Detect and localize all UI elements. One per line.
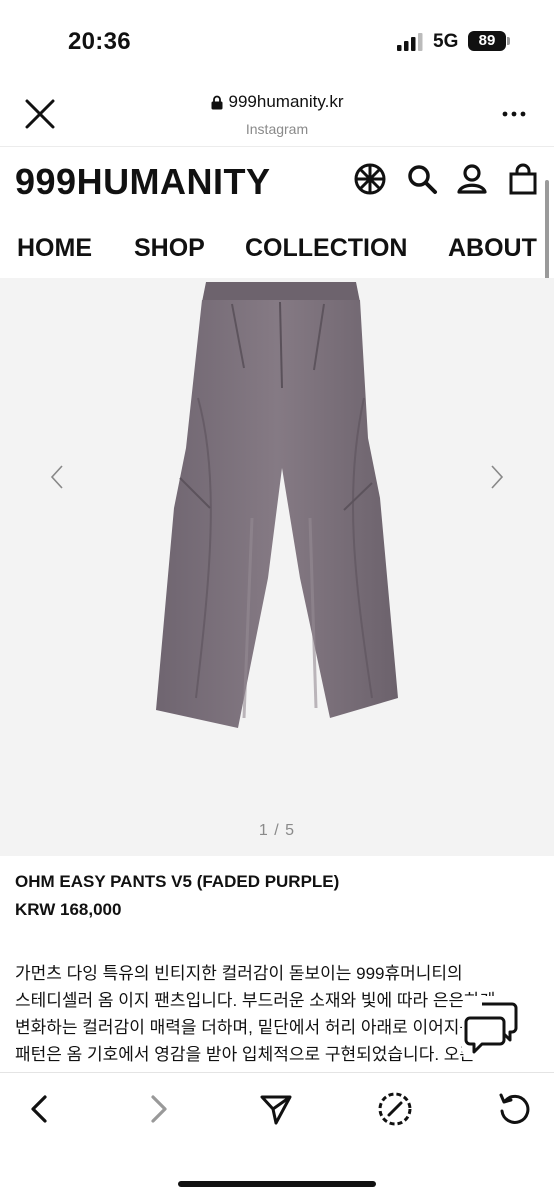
chat-icon: [464, 1002, 518, 1054]
status-time: 20:36: [68, 28, 131, 55]
reload-icon[interactable]: [496, 1091, 532, 1127]
lock-icon: [211, 95, 223, 109]
next-image-icon[interactable]: [489, 464, 505, 490]
browser-toolbar: [0, 1072, 554, 1200]
chat-button[interactable]: [462, 996, 524, 1058]
user-icon[interactable]: [456, 163, 488, 195]
status-bar: 20:36 5G 89: [0, 0, 554, 84]
battery-cap: [507, 37, 510, 45]
search-icon[interactable]: [406, 163, 438, 195]
signal-icon: [397, 33, 423, 51]
bag-icon[interactable]: [507, 163, 539, 195]
site-logo[interactable]: 999HUMANITY: [15, 161, 271, 203]
battery-indicator: 89: [468, 31, 506, 51]
browser-bar: 999humanity.kr Instagram: [0, 84, 554, 146]
image-counter: 1 / 5: [258, 822, 296, 839]
product-image: [156, 282, 398, 728]
product-title: OHM EASY PANTS V5 (FADED PURPLE): [15, 872, 340, 891]
network-label: 5G: [433, 31, 459, 52]
back-arrow-icon[interactable]: [22, 1091, 58, 1127]
home-indicator[interactable]: [178, 1181, 376, 1187]
globe-icon[interactable]: [354, 163, 386, 195]
nav-home[interactable]: HOME: [17, 234, 92, 263]
more-icon[interactable]: [502, 110, 526, 118]
description-line: 가먼츠 다잉 특유의 빈티지한 컬러감이 돋보이는 999휴머니티의: [15, 964, 463, 983]
product-price: KRW 168,000: [15, 900, 122, 919]
prev-image-icon[interactable]: [49, 464, 65, 490]
compass-icon[interactable]: [377, 1091, 413, 1127]
nav-collection[interactable]: COLLECTION: [245, 234, 408, 263]
address-area[interactable]: 999humanity.kr Instagram: [0, 92, 554, 137]
product-gallery[interactable]: 1 / 5: [0, 278, 554, 856]
product-info: OHM EASY PANTS V5 (FADED PURPLE) KRW 168…: [15, 872, 545, 920]
nav-about[interactable]: ABOUT: [448, 234, 537, 263]
nav-shop[interactable]: SHOP: [134, 234, 205, 263]
main-nav: HOME SHOP COLLECTION ABOUT: [0, 218, 554, 278]
url-text: 999humanity.kr: [228, 92, 344, 111]
source-label: Instagram: [245, 120, 309, 137]
site-header: 999HUMANITY: [0, 146, 554, 212]
forward-arrow-icon[interactable]: [140, 1091, 176, 1127]
share-icon[interactable]: [258, 1091, 294, 1127]
